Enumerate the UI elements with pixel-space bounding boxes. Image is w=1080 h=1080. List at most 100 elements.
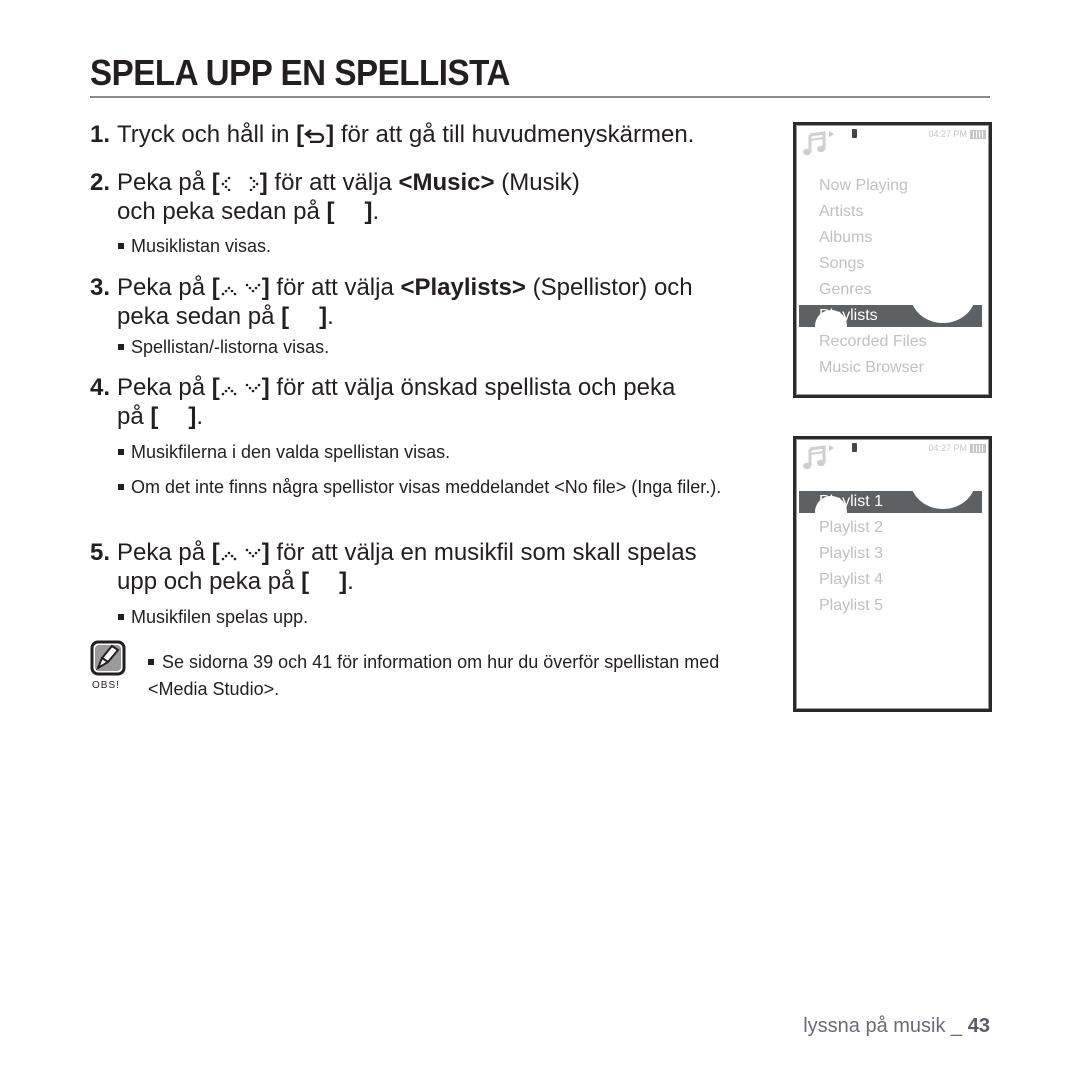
step-number: 5. bbox=[90, 539, 111, 566]
note-text: Se sidorna 39 och 41 för information om … bbox=[148, 649, 748, 703]
step-text: Peka på bbox=[117, 169, 206, 196]
device-screen-music-menu: 04:27 PM Now Playing Artists Albums Song… bbox=[793, 122, 992, 398]
step-4-result-1: Musikfilerna i den valda spellistan visa… bbox=[118, 441, 758, 463]
bullet-text: Om det inte finns några spellistor visas… bbox=[131, 477, 722, 497]
step-number: 2. bbox=[90, 169, 111, 196]
bullet-text: Musiklistan visas. bbox=[131, 236, 272, 256]
step-number: 4. bbox=[90, 374, 111, 401]
step-5-result: Musikfilen spelas upp. bbox=[118, 606, 758, 628]
battery-icon bbox=[970, 444, 986, 453]
bullet-icon bbox=[118, 483, 124, 490]
playlist-item-selected[interactable]: Playlist 1 bbox=[799, 491, 982, 513]
device-icon bbox=[852, 129, 857, 138]
page-title: SPELA UPP EN SPELLISTA bbox=[90, 52, 510, 93]
step-text: Peka på bbox=[117, 374, 206, 401]
punctuation: . bbox=[372, 197, 380, 225]
up-down-icon bbox=[220, 275, 262, 303]
menu-item-genres[interactable]: Genres bbox=[796, 277, 989, 303]
playlist-item[interactable]: Playlist 3 bbox=[796, 541, 989, 567]
bracket-close: ] bbox=[339, 567, 348, 595]
step-text: på bbox=[117, 402, 144, 430]
bullet-icon bbox=[118, 613, 124, 620]
step-1: 1. Tryck och håll in [] för att gå till h… bbox=[90, 121, 750, 150]
note-label: OBS! bbox=[92, 680, 120, 691]
menu-item-songs[interactable]: Songs bbox=[796, 251, 989, 277]
playlist-item[interactable]: Playlist 5 bbox=[796, 593, 989, 619]
page-number: 43 bbox=[967, 1015, 990, 1037]
clock: 04:27 PM bbox=[928, 443, 967, 453]
step-2-result: Musiklistan visas. bbox=[118, 235, 758, 257]
bullet-text: Spellistan/-listorna visas. bbox=[131, 337, 330, 357]
bullet-icon bbox=[148, 658, 154, 665]
bullet-icon bbox=[118, 343, 124, 350]
finger-overlay bbox=[910, 491, 976, 509]
bracket-open: [ bbox=[326, 197, 335, 225]
device-screen-playlists: 04:27 PM Playlist 1 Playlist 2 Playlist … bbox=[793, 436, 992, 712]
play-icon bbox=[829, 131, 834, 137]
music-menu: Now Playing Artists Albums Songs Genres … bbox=[796, 173, 989, 381]
battery-icon bbox=[970, 130, 986, 139]
bracket-open: [ bbox=[211, 169, 220, 196]
step-text: Peka på bbox=[117, 274, 206, 301]
bracket-open: [ bbox=[301, 567, 310, 595]
menu-item-now-playing[interactable]: Now Playing bbox=[796, 173, 989, 199]
menu-option-playlists: <Playlists> bbox=[400, 274, 526, 301]
step-number: 3. bbox=[90, 274, 111, 301]
step-text: upp och peka på bbox=[117, 567, 295, 595]
step-text: Peka på bbox=[117, 539, 206, 566]
note-body: Se sidorna 39 och 41 för information om … bbox=[148, 652, 720, 699]
menu-item-albums[interactable]: Albums bbox=[796, 225, 989, 251]
step-text: för att välja önskad spellista och peka bbox=[276, 374, 676, 401]
menu-item-playlists-selected[interactable]: Playlists bbox=[799, 305, 982, 327]
step-text: (Spellistor) och bbox=[532, 274, 693, 301]
menu-item-recorded-files[interactable]: Recorded Files bbox=[796, 329, 989, 355]
step-number: 1. bbox=[90, 121, 111, 148]
clock: 04:27 PM bbox=[928, 129, 967, 139]
left-right-icon bbox=[220, 170, 260, 198]
status-bar: 04:27 PM bbox=[796, 125, 989, 165]
device-icon bbox=[852, 443, 857, 452]
section-name: lyssna på musik _ bbox=[803, 1015, 963, 1037]
bracket-close: ] bbox=[364, 197, 373, 225]
menu-option-music: <Music> bbox=[398, 169, 495, 196]
music-note-icon bbox=[802, 445, 828, 476]
bracket-close: ] bbox=[261, 539, 270, 566]
step-4-result-2: Om det inte finns några spellistor visas… bbox=[118, 475, 763, 500]
step-5: 5. Peka på [] för att välja en musikfil s… bbox=[90, 539, 750, 596]
up-down-icon bbox=[220, 540, 262, 568]
step-text: och peka sedan på bbox=[117, 197, 320, 225]
menu-item-artists[interactable]: Artists bbox=[796, 199, 989, 225]
step-text: för att gå till huvudmenyskärmen. bbox=[340, 121, 695, 148]
bullet-text: Musikfilen spelas upp. bbox=[131, 607, 309, 627]
back-icon bbox=[304, 122, 326, 150]
bracket-open: [ bbox=[296, 121, 305, 148]
step-3-result: Spellistan/-listorna visas. bbox=[118, 336, 758, 358]
punctuation: . bbox=[327, 302, 334, 330]
play-icon bbox=[829, 445, 834, 451]
playlist-item[interactable]: Playlist 2 bbox=[796, 515, 989, 541]
step-text: (Musik) bbox=[501, 169, 580, 196]
music-note-icon bbox=[802, 131, 828, 162]
step-text: för att välja bbox=[276, 274, 394, 301]
step-2: 2. Peka på [] för att välja <Music> (Musi… bbox=[90, 169, 750, 226]
bracket-open: [ bbox=[150, 402, 159, 430]
punctuation: . bbox=[347, 567, 354, 595]
bullet-text: Musikfilerna i den valda spellistan visa… bbox=[131, 442, 451, 462]
bracket-open: [ bbox=[211, 539, 220, 566]
step-text: för att välja bbox=[274, 169, 392, 196]
finger-overlay bbox=[910, 305, 976, 323]
bullet-icon bbox=[118, 242, 124, 249]
step-3: 3. Peka på [] för att välja <Playlists> (… bbox=[90, 274, 750, 331]
bracket-close: ] bbox=[259, 169, 268, 196]
bracket-close: ] bbox=[261, 374, 270, 401]
step-4: 4. Peka på [] för att välja önskad spelli… bbox=[90, 374, 750, 431]
menu-item-music-browser[interactable]: Music Browser bbox=[796, 355, 989, 381]
bracket-close: ] bbox=[319, 302, 328, 330]
bracket-open: [ bbox=[281, 302, 290, 330]
playlist-item[interactable]: Playlist 4 bbox=[796, 567, 989, 593]
bracket-open: [ bbox=[211, 374, 220, 401]
status-bar: 04:27 PM bbox=[796, 439, 989, 479]
note-pencil-icon bbox=[90, 640, 126, 676]
step-text: peka sedan på bbox=[117, 302, 275, 330]
bracket-close: ] bbox=[326, 121, 335, 148]
